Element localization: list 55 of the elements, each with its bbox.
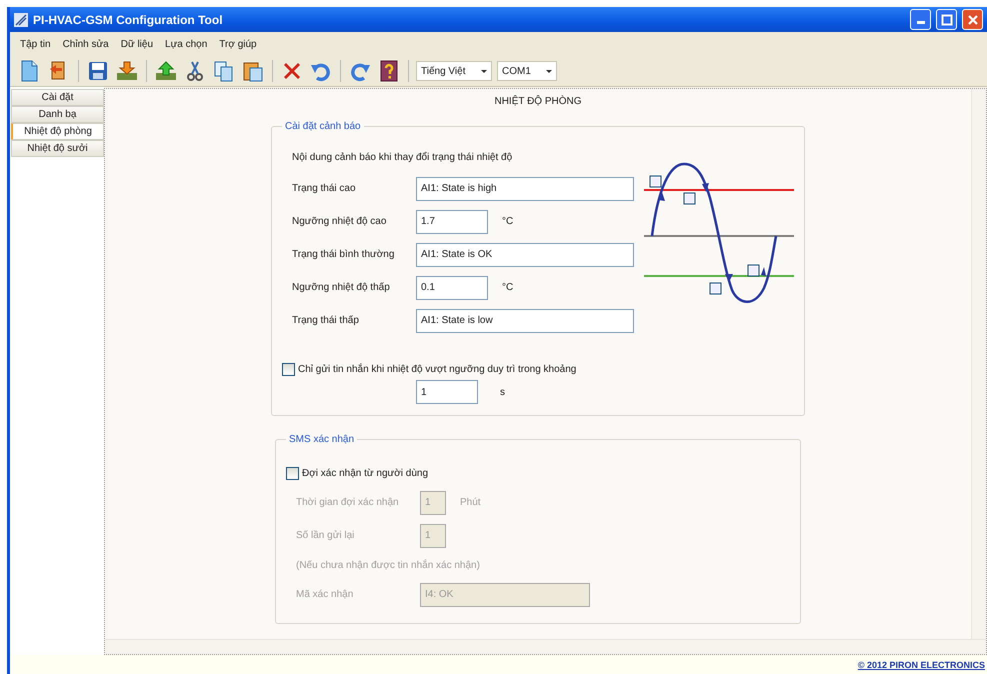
checkbox[interactable]: Chỉ gửi tin nhắn khi nhiệt độ vượt ngưỡng duy trì trong khoảng bbox=[282, 363, 794, 376]
language-dropdown[interactable]: Tiếng Việt bbox=[416, 61, 492, 81]
description-text: Nội dung cảnh báo khi thay đổi trạng thái nhiệt độ bbox=[292, 152, 514, 163]
caret-icon bbox=[546, 70, 552, 72]
input-field[interactable]: 1 bbox=[416, 380, 478, 404]
save-icon[interactable] bbox=[86, 59, 110, 83]
close-icon bbox=[966, 14, 978, 26]
input-field[interactable]: 0.1 bbox=[416, 276, 488, 300]
field-label: Mã xác nhận bbox=[295, 589, 354, 600]
page-title: NHIỆT ĐỘ PHÒNG bbox=[494, 96, 582, 107]
field-label: Thời gian đợi xác nhận bbox=[295, 497, 400, 508]
menu-item[interactable]: Trợ giúp bbox=[219, 38, 257, 50]
app-icon bbox=[14, 12, 28, 26]
side-tab[interactable]: Cài đặt bbox=[11, 89, 104, 106]
minimize-icon bbox=[916, 21, 924, 24]
field-label: Trạng thái cao bbox=[291, 183, 357, 194]
minimize-button[interactable] bbox=[910, 9, 931, 30]
close-button[interactable] bbox=[962, 9, 983, 30]
field-label: Trạng thái thấp bbox=[291, 315, 360, 326]
field-label: Trạng thái bình thường bbox=[291, 249, 396, 260]
maximize-button[interactable] bbox=[936, 9, 957, 30]
menu-item[interactable]: Dữ liệu bbox=[120, 38, 154, 50]
field-label: Ngưỡng nhiệt độ cao bbox=[291, 216, 388, 227]
menu-item[interactable]: Chỉnh sửa bbox=[62, 38, 109, 50]
window-title: PI-HVAC-GSM Configuration Tool bbox=[33, 12, 224, 26]
checkbox-label: Đợi xác nhận từ người dùng bbox=[302, 468, 428, 479]
import-icon[interactable] bbox=[115, 59, 139, 83]
unit-label: Phút bbox=[460, 497, 481, 508]
checkbox-box[interactable] bbox=[286, 467, 299, 480]
menu-item[interactable]: Lựa chọn bbox=[165, 38, 208, 50]
side-tab[interactable]: Danh bạ bbox=[11, 106, 104, 123]
input-field[interactable]: AI1: State is low bbox=[416, 308, 634, 332]
port-dropdown[interactable]: COM1 bbox=[497, 61, 557, 81]
horizontal-scrollbar[interactable] bbox=[105, 639, 986, 654]
copyright-link[interactable]: © 2012 PIRON ELECTRONICS bbox=[858, 660, 985, 670]
side-tab[interactable]: Nhiệt độ phòng bbox=[11, 123, 104, 140]
input-field[interactable]: 1.7 bbox=[416, 210, 488, 234]
field-label: Ngưỡng nhiệt độ thấp bbox=[291, 282, 391, 293]
checkbox-box[interactable] bbox=[282, 363, 295, 376]
caret-icon bbox=[481, 70, 487, 72]
vertical-scrollbar[interactable] bbox=[971, 89, 986, 639]
checkbox-label: Chỉ gửi tin nhắn khi nhiệt độ vượt ngưỡng duy trì trong khoảng bbox=[298, 364, 576, 375]
group-title: Cài đặt cảnh báo bbox=[284, 121, 362, 132]
unit-label: °C bbox=[502, 282, 514, 293]
group-title: SMS xác nhận bbox=[288, 434, 356, 445]
input-field[interactable]: AI1: State is OK bbox=[416, 242, 634, 266]
maximize-icon bbox=[940, 14, 952, 26]
export-icon[interactable] bbox=[154, 59, 178, 83]
unit-label: s bbox=[500, 386, 505, 398]
unit-label: °C bbox=[502, 216, 514, 227]
field-label: Số lần gửi lại bbox=[295, 530, 356, 541]
side-tab[interactable]: Nhiệt độ sưởi bbox=[11, 140, 104, 157]
note-text: (Nếu chưa nhận được tin nhắn xác nhận) bbox=[295, 560, 480, 570]
input-field[interactable]: AI1: State is high bbox=[416, 176, 634, 200]
menu-item[interactable]: Tập tin bbox=[20, 38, 51, 50]
